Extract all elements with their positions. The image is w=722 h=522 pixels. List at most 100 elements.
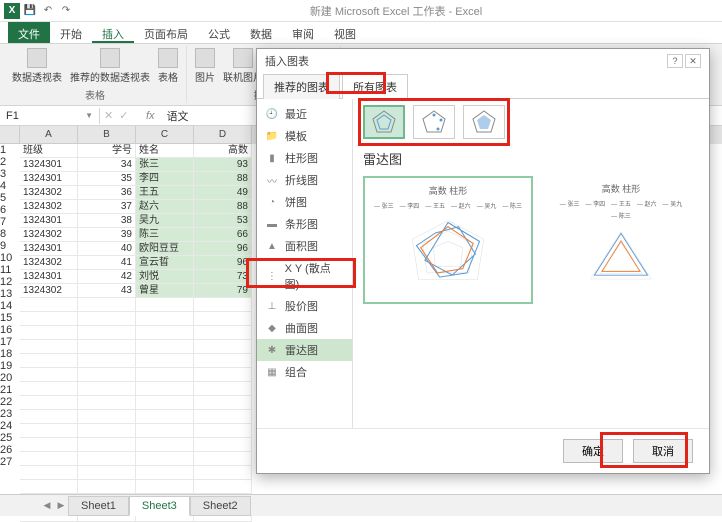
cell[interactable] — [136, 410, 194, 424]
cell[interactable] — [194, 424, 252, 438]
cell[interactable]: 曾星 — [136, 284, 194, 298]
cell[interactable] — [20, 340, 78, 354]
cell[interactable] — [20, 354, 78, 368]
cell[interactable] — [78, 438, 136, 452]
cell[interactable]: 96 — [194, 242, 252, 256]
dialog-tab-all[interactable]: 所有图表 — [342, 74, 408, 99]
cell[interactable] — [194, 480, 252, 494]
cell[interactable] — [20, 466, 78, 480]
cell[interactable] — [194, 354, 252, 368]
col-header[interactable]: A — [20, 126, 78, 144]
cell[interactable] — [20, 480, 78, 494]
cell[interactable]: 88 — [194, 200, 252, 214]
cell[interactable] — [136, 424, 194, 438]
cell[interactable] — [136, 340, 194, 354]
save-icon[interactable]: 💾 — [22, 3, 38, 19]
cat-combo[interactable]: ▦组合 — [257, 361, 352, 383]
cell[interactable] — [78, 340, 136, 354]
cell[interactable] — [136, 466, 194, 480]
cell[interactable]: 1324302 — [20, 186, 78, 200]
radar-subtype-2[interactable] — [413, 105, 455, 139]
cell[interactable] — [136, 298, 194, 312]
cat-bar[interactable]: ▬条形图 — [257, 213, 352, 235]
cell[interactable] — [136, 480, 194, 494]
cell[interactable]: 1324302 — [20, 256, 78, 270]
pivot-button[interactable]: 数据透视表 — [10, 46, 64, 86]
tab-layout[interactable]: 页面布局 — [134, 22, 198, 43]
cell[interactable]: 93 — [194, 158, 252, 172]
rec-pivot-button[interactable]: 推荐的数据透视表 — [68, 46, 152, 86]
cell[interactable] — [78, 480, 136, 494]
cell[interactable] — [136, 382, 194, 396]
cell[interactable] — [194, 298, 252, 312]
row-header[interactable]: 8 — [0, 228, 20, 240]
cell[interactable]: 欧阳豆豆 — [136, 242, 194, 256]
chart-preview-main[interactable]: 高数 柱形 张三李四王五赵六吴九陈三 — [363, 176, 533, 304]
cell[interactable]: 高数 — [194, 144, 252, 158]
row-header[interactable]: 3 — [0, 168, 20, 180]
cat-recent[interactable]: 🕘最近 — [257, 103, 352, 125]
cell[interactable] — [194, 312, 252, 326]
cell[interactable]: 73 — [194, 270, 252, 284]
cell[interactable] — [136, 354, 194, 368]
tab-view[interactable]: 视图 — [324, 22, 366, 43]
cell[interactable]: 96 — [194, 256, 252, 270]
cell[interactable] — [20, 438, 78, 452]
cell[interactable]: 1324301 — [20, 214, 78, 228]
row-header[interactable]: 7 — [0, 216, 20, 228]
row-header[interactable]: 15 — [0, 312, 20, 324]
cell[interactable] — [78, 354, 136, 368]
cell[interactable] — [78, 382, 136, 396]
col-header[interactable]: B — [78, 126, 136, 144]
table-button[interactable]: 表格 — [156, 46, 180, 86]
cell[interactable] — [194, 466, 252, 480]
radar-subtype-3[interactable] — [463, 105, 505, 139]
cell[interactable]: 刘悦 — [136, 270, 194, 284]
cat-xy[interactable]: ⋮X Y (散点图) — [257, 257, 352, 295]
row-header[interactable]: 23 — [0, 408, 20, 420]
cell[interactable]: 李四 — [136, 172, 194, 186]
row-header[interactable]: 5 — [0, 192, 20, 204]
cell[interactable]: 53 — [194, 214, 252, 228]
tab-formula[interactable]: 公式 — [198, 22, 240, 43]
cell[interactable] — [136, 312, 194, 326]
row-header[interactable]: 16 — [0, 324, 20, 336]
cell[interactable] — [20, 424, 78, 438]
cell[interactable] — [194, 452, 252, 466]
tab-file[interactable]: 文件 — [8, 22, 50, 43]
cell[interactable]: 班级 — [20, 144, 78, 158]
row-header[interactable]: 26 — [0, 444, 20, 456]
cell[interactable] — [194, 410, 252, 424]
row-header[interactable]: 11 — [0, 264, 20, 276]
cell[interactable] — [20, 452, 78, 466]
sheet-tab-1[interactable]: Sheet1 — [68, 496, 129, 516]
cat-area[interactable]: ▲面积图 — [257, 235, 352, 257]
cell[interactable] — [20, 410, 78, 424]
cell[interactable]: 1324302 — [20, 228, 78, 242]
cell[interactable] — [20, 326, 78, 340]
row-header[interactable]: 21 — [0, 384, 20, 396]
cell[interactable]: 1324301 — [20, 242, 78, 256]
cat-template[interactable]: 📁模板 — [257, 125, 352, 147]
sheet-nav-prev[interactable]: ◀ — [40, 500, 54, 511]
sheet-nav-next[interactable]: ▶ — [54, 500, 68, 511]
cell[interactable]: 王五 — [136, 186, 194, 200]
cell[interactable]: 1324301 — [20, 270, 78, 284]
cell[interactable] — [78, 298, 136, 312]
tab-insert[interactable]: 插入 — [92, 22, 134, 43]
dialog-close-icon[interactable]: ✕ — [685, 54, 701, 68]
col-header[interactable]: C — [136, 126, 194, 144]
row-header[interactable]: 9 — [0, 240, 20, 252]
cell[interactable]: 49 — [194, 186, 252, 200]
cell[interactable]: 1324301 — [20, 172, 78, 186]
row-header[interactable]: 24 — [0, 420, 20, 432]
sheet-tab-3[interactable]: Sheet2 — [190, 496, 251, 516]
cell[interactable] — [78, 410, 136, 424]
cell[interactable]: 40 — [78, 242, 136, 256]
dialog-help-icon[interactable]: ? — [667, 54, 683, 68]
dialog-tab-recommended[interactable]: 推荐的图表 — [263, 74, 340, 99]
cell[interactable]: 36 — [78, 186, 136, 200]
cat-stock[interactable]: ⊥股价图 — [257, 295, 352, 317]
undo-icon[interactable]: ↶ — [40, 3, 56, 19]
name-box[interactable]: F1▼ — [0, 108, 100, 124]
